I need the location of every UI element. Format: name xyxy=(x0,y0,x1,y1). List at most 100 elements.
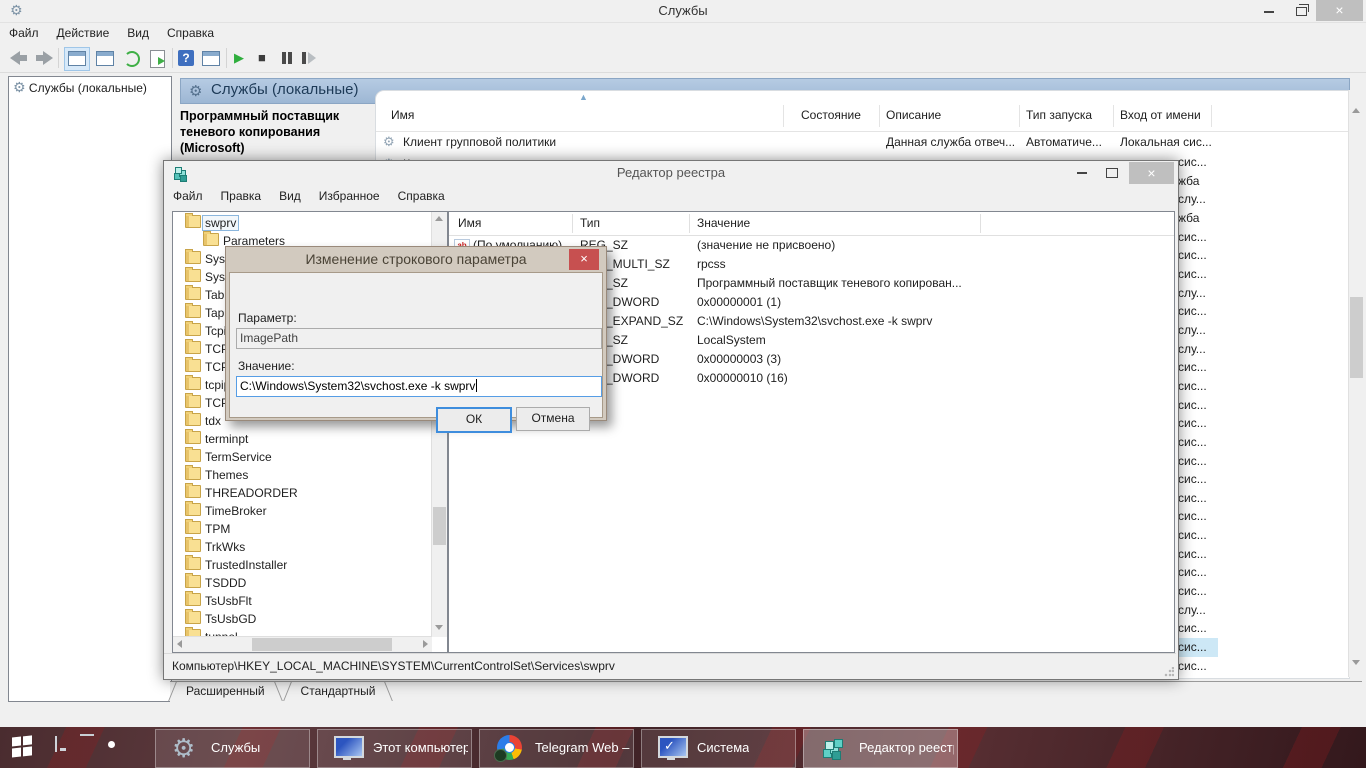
tree-key[interactable]: swprv xyxy=(173,213,447,232)
menu-item[interactable]: Файл xyxy=(164,186,212,206)
minimize-button[interactable] xyxy=(1069,164,1095,180)
tree-horizontal-scrollbar[interactable] xyxy=(173,636,432,652)
scroll-up-icon[interactable] xyxy=(1352,108,1360,113)
help-icon[interactable]: ? xyxy=(178,50,194,66)
stop-service-icon[interactable]: ■ xyxy=(258,51,266,65)
taskbar-button[interactable]: Службы xyxy=(155,729,310,768)
scrollbar-thumb[interactable] xyxy=(252,638,392,651)
column-separator xyxy=(572,214,573,233)
menu-item[interactable]: Вид xyxy=(270,186,310,206)
column-header-value[interactable]: Значение xyxy=(697,216,750,230)
gear-icon: ⚙ xyxy=(189,83,203,100)
tree-key[interactable]: TrkWks xyxy=(173,537,447,556)
menu-item[interactable]: Справка xyxy=(389,186,454,206)
column-header-state[interactable]: Состояние xyxy=(801,108,861,122)
services-vertical-scrollbar[interactable] xyxy=(1348,90,1364,677)
resize-grip[interactable] xyxy=(1164,667,1174,677)
start-service-icon[interactable]: ▶ xyxy=(234,51,244,65)
logon-tail: сис... xyxy=(1178,621,1207,636)
services-titlebar[interactable]: ⚙ Службы × xyxy=(0,0,1366,23)
service-row[interactable]: ⚙ Клиент групповой политики Данная служб… xyxy=(376,132,1349,154)
tree-key-label: TPM xyxy=(205,522,231,536)
folder-icon xyxy=(185,429,201,444)
value-input[interactable]: C:\Windows\System32\svchost.exe -k swprv xyxy=(236,376,602,397)
tree-key[interactable]: TsUsbFlt xyxy=(173,591,447,610)
scrollbar-thumb[interactable] xyxy=(1350,297,1363,378)
tree-key[interactable]: TermService xyxy=(173,447,447,466)
properties-icon[interactable] xyxy=(96,51,114,66)
taskbar-button[interactable]: Telegram Web – ... xyxy=(479,729,634,768)
param-label: Параметр: xyxy=(238,311,297,325)
folder-icon xyxy=(185,303,201,318)
pause-service-icon[interactable] xyxy=(282,52,286,64)
view-tab[interactable]: Стандартный xyxy=(285,682,392,701)
column-header-name[interactable]: Имя xyxy=(458,216,481,230)
result-header-title: Службы (локальные) xyxy=(211,81,359,98)
scroll-down-icon[interactable] xyxy=(435,625,443,630)
scroll-down-icon[interactable] xyxy=(1352,660,1360,665)
logon-tail: сис... xyxy=(1178,378,1207,393)
tree-key[interactable]: TsUsbGD xyxy=(173,609,447,628)
value-data: 0x00000010 (16) xyxy=(697,371,788,385)
tree-key[interactable]: THREADORDER xyxy=(173,483,447,502)
export-list-icon[interactable] xyxy=(150,50,165,68)
column-header-logon[interactable]: Вход от имени xyxy=(1120,108,1201,122)
cancel-button[interactable]: Отмена xyxy=(516,407,590,431)
start-button[interactable] xyxy=(10,733,40,761)
taskbar-button[interactable]: ✓ Система xyxy=(641,729,796,768)
restore-button[interactable] xyxy=(1288,3,1314,19)
restart-service-bar[interactable] xyxy=(302,52,306,64)
scrollbar-thumb[interactable] xyxy=(433,507,446,545)
param-name-field[interactable]: ImagePath xyxy=(236,328,602,349)
tree-key[interactable]: TrustedInstaller xyxy=(173,555,447,574)
folder-icon xyxy=(185,249,201,264)
pause-service-icon2 xyxy=(288,52,292,64)
refresh-icon[interactable] xyxy=(124,51,140,67)
taskbar-button-icon xyxy=(172,735,200,761)
tree-key[interactable]: TSDDD xyxy=(173,573,447,592)
tree-key[interactable]: TimeBroker xyxy=(173,501,447,520)
menu-item[interactable]: Действие xyxy=(48,23,119,43)
menu-item[interactable]: Избранное xyxy=(310,186,389,206)
back-icon[interactable] xyxy=(10,51,20,65)
view-tab[interactable]: Расширенный xyxy=(170,682,281,701)
quicklaunch-computer-icon[interactable] xyxy=(55,736,57,752)
menu-item[interactable]: Справка xyxy=(158,23,223,43)
taskbar-button[interactable]: Редактор реестра xyxy=(803,729,958,768)
tree-key[interactable]: Themes xyxy=(173,465,447,484)
console-tree-icon[interactable] xyxy=(68,51,86,66)
selected-service-description: Программный поставщик теневого копирован… xyxy=(180,109,340,155)
tree-key-label: TsUsbGD xyxy=(205,612,257,626)
tree-key[interactable]: TPM xyxy=(173,519,447,538)
close-button[interactable]: × xyxy=(1129,162,1174,184)
maximize-button[interactable] xyxy=(1099,164,1125,180)
logon-tail: слу... xyxy=(1178,602,1206,617)
minimize-button[interactable] xyxy=(1256,3,1282,19)
menu-item[interactable]: Правка xyxy=(212,186,271,206)
tree-key-label: Tabl xyxy=(205,288,228,302)
folder-icon xyxy=(185,447,201,462)
dialog-close-button[interactable]: × xyxy=(569,249,599,270)
logon-tail: сис... xyxy=(1178,658,1207,673)
standard-view-icon[interactable] xyxy=(202,51,220,66)
forward-icon[interactable] xyxy=(43,51,53,65)
scroll-left-icon[interactable] xyxy=(177,640,182,648)
column-header-name[interactable]: Имя xyxy=(391,108,414,122)
registry-menubar: Файл Правка Вид Избранное Справка xyxy=(164,186,1178,207)
taskbar-button[interactable]: Этот компьютер xyxy=(317,729,472,768)
scroll-up-icon[interactable] xyxy=(435,216,443,221)
tree-key-label: TrkWks xyxy=(205,540,246,554)
tree-key-label: TSDDD xyxy=(205,576,247,590)
scope-item-services-local[interactable]: ⚙ Службы (локальные) xyxy=(9,77,171,98)
ok-button[interactable]: ОК xyxy=(436,407,512,433)
toolbar-separator xyxy=(58,48,59,68)
menu-item[interactable]: Вид xyxy=(118,23,158,43)
scroll-right-icon[interactable] xyxy=(423,640,428,648)
close-button[interactable]: × xyxy=(1316,0,1363,21)
column-header-description[interactable]: Описание xyxy=(886,108,941,122)
tree-key[interactable]: terminpt xyxy=(173,429,447,448)
menu-item[interactable]: Файл xyxy=(0,23,48,43)
column-header-startup[interactable]: Тип запуска xyxy=(1026,108,1092,122)
registry-titlebar[interactable]: Редактор реестра × xyxy=(164,161,1178,185)
column-header-type[interactable]: Тип xyxy=(580,216,600,230)
